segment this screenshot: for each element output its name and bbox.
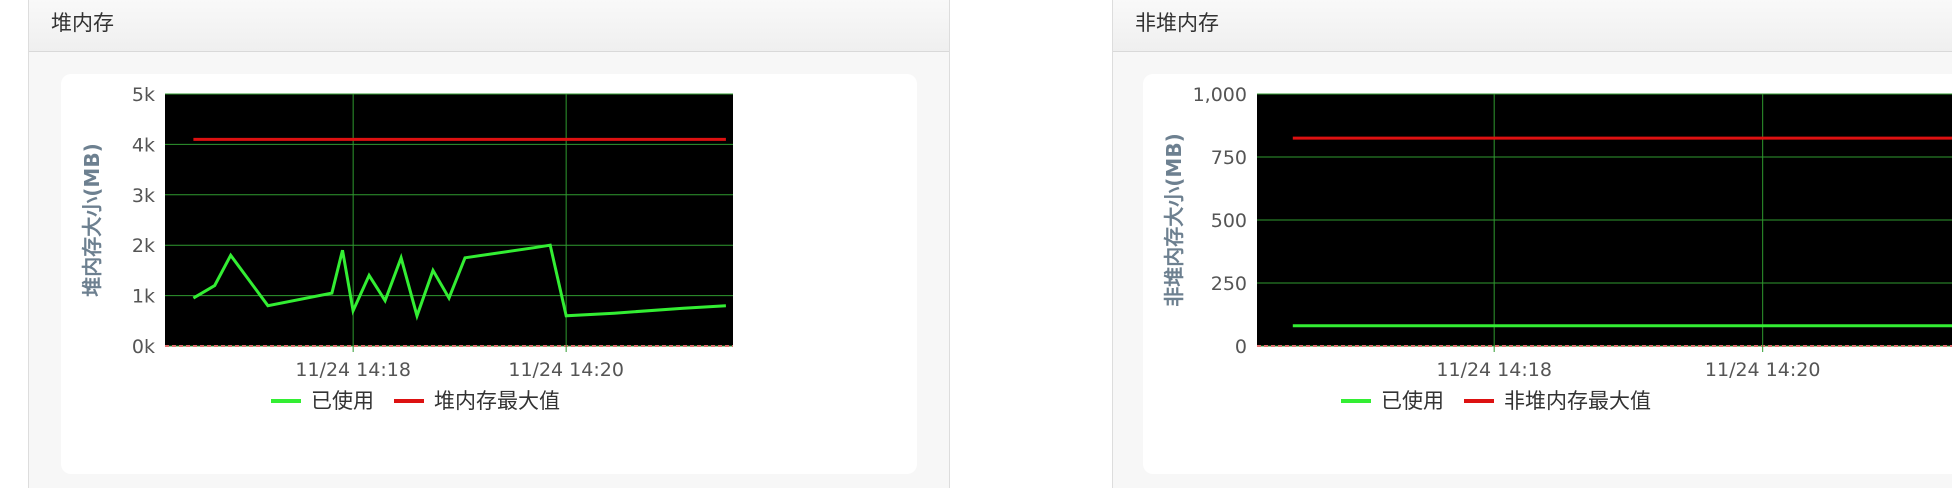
x-tick-label: 11/24 14:20 [508, 359, 624, 381]
x-tick-label: 11/24 14:18 [1436, 359, 1552, 381]
legend-label: 堆内存最大值 [434, 389, 560, 413]
y-tick-label: 1,000 [1193, 84, 1247, 106]
y-axis-title: 堆内存大小(MB) [80, 143, 104, 296]
panel-title: 非堆内存 [1135, 11, 1219, 35]
x-tick-label: 11/24 14:20 [1705, 359, 1821, 381]
y-tick-label: 0k [132, 336, 155, 358]
y-tick-label: 4k [132, 134, 155, 156]
legend-label: 已使用 [311, 389, 374, 413]
plot-background [165, 94, 733, 346]
y-tick-label: 250 [1211, 273, 1247, 295]
y-tick-label: 2k [132, 235, 155, 257]
heap-memory-chart: 0k 1k 2k 3k 4k 5k 11/24 14:18 11/24 14:20 堆内存大小(… [80, 84, 733, 413]
panel-header: 非堆内存 [1113, 0, 1952, 52]
chart-container: 0k 1k 2k 3k 4k 5k 11/24 14:18 11/24 14:20 堆内存大小(… [61, 74, 917, 474]
y-tick-label: 750 [1211, 147, 1247, 169]
panel-header: 堆内存 [29, 0, 949, 52]
y-tick-label: 1k [132, 286, 155, 308]
y-tick-label: 0 [1235, 336, 1247, 358]
x-tick-label: 11/24 14:18 [295, 359, 411, 381]
y-axis-title: 非堆内存大小(MB) [1162, 133, 1186, 306]
non-heap-memory-chart: 0 250 500 750 1,000 11/24 14:18 11/24 14:20 非堆内… [1162, 84, 1952, 413]
legend-label: 非堆内存最大值 [1504, 389, 1651, 413]
y-tick-label: 3k [132, 185, 155, 207]
y-tick-label: 5k [132, 84, 155, 106]
panel-title: 堆内存 [51, 11, 114, 35]
non-heap-memory-panel: 非堆内存 0 250 500 750 1,000 11/24 14:18 11/24 14:… [1112, 0, 1952, 488]
y-tick-label: 500 [1211, 210, 1247, 232]
legend-label: 已使用 [1381, 389, 1444, 413]
chart-container: 0 250 500 750 1,000 11/24 14:18 11/24 14:20 非堆内… [1143, 74, 1952, 474]
heap-memory-panel: 堆内存 0k 1k 2k 3k 4k 5k 11/24 14:18 11/24 14:20 堆内… [28, 0, 950, 488]
